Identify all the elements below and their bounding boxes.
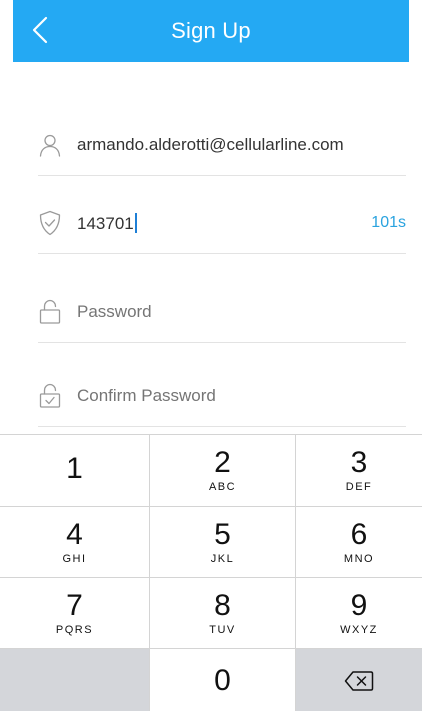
keypad-empty-key	[0, 648, 149, 711]
delete-key[interactable]	[296, 649, 422, 711]
key-digit: 5	[214, 517, 231, 551]
key-digit: 1	[66, 452, 83, 485]
key-4[interactable]: 4 GHI	[0, 507, 149, 577]
key-0[interactable]: 0	[150, 649, 295, 711]
key-digit: 3	[350, 446, 368, 479]
key-8[interactable]: 8 TUV	[150, 578, 295, 648]
confirm-password-row[interactable]	[38, 366, 406, 427]
numeric-keypad: 1 2 ABC 3 DEF 4 GHI 5 JKL 6 MNO 7 PQRS 8…	[0, 434, 422, 711]
key-letters: MNO	[343, 552, 375, 565]
key-letters: PQRS	[55, 623, 94, 636]
key-digit: 9	[350, 588, 368, 622]
resend-timer[interactable]: 101s	[371, 214, 406, 232]
key-3[interactable]: 3 DEF	[296, 435, 422, 506]
key-digit: 2	[214, 446, 231, 479]
key-digit: 0	[214, 663, 231, 697]
email-field[interactable]: armando.alderotti@cellularline.com	[77, 135, 406, 155]
page-title: Sign Up	[171, 18, 251, 43]
chevron-left-icon	[32, 16, 48, 44]
key-6[interactable]: 6 MNO	[296, 507, 422, 577]
key-digit: 7	[66, 588, 83, 622]
password-field[interactable]	[77, 302, 406, 322]
back-button[interactable]	[25, 10, 55, 50]
key-2[interactable]: 2 ABC	[150, 435, 295, 506]
header-bar: Sign Up	[13, 0, 409, 62]
text-caret	[134, 212, 137, 233]
verification-code-value: 143701	[77, 213, 134, 233]
key-digit: 8	[214, 588, 231, 622]
key-letters: ABC	[208, 481, 237, 493]
sign-up-screen: Sign Up armando.alderotti@cellularline.c…	[0, 0, 422, 711]
verification-code-field[interactable]: 143701	[77, 212, 361, 234]
key-letters: JKL	[210, 552, 235, 565]
password-row[interactable]	[38, 282, 406, 343]
user-icon	[38, 132, 62, 158]
lock-icon	[38, 299, 62, 325]
shield-check-icon	[38, 210, 62, 236]
key-9[interactable]: 9 WXYZ	[296, 578, 422, 648]
backspace-icon	[344, 670, 374, 691]
key-digit: 4	[66, 517, 83, 551]
key-letters: DEF	[345, 481, 373, 493]
key-1[interactable]: 1	[0, 435, 149, 506]
lock-check-icon	[38, 383, 62, 409]
key-letters: GHI	[62, 552, 87, 565]
key-digit: 6	[350, 517, 368, 551]
email-row[interactable]: armando.alderotti@cellularline.com	[38, 115, 406, 176]
key-7[interactable]: 7 PQRS	[0, 578, 149, 648]
key-5[interactable]: 5 JKL	[150, 507, 295, 577]
confirm-password-field[interactable]	[77, 386, 406, 406]
key-letters: WXYZ	[340, 623, 378, 636]
verification-code-row[interactable]: 143701 101s	[38, 193, 406, 254]
key-letters: TUV	[209, 623, 236, 636]
